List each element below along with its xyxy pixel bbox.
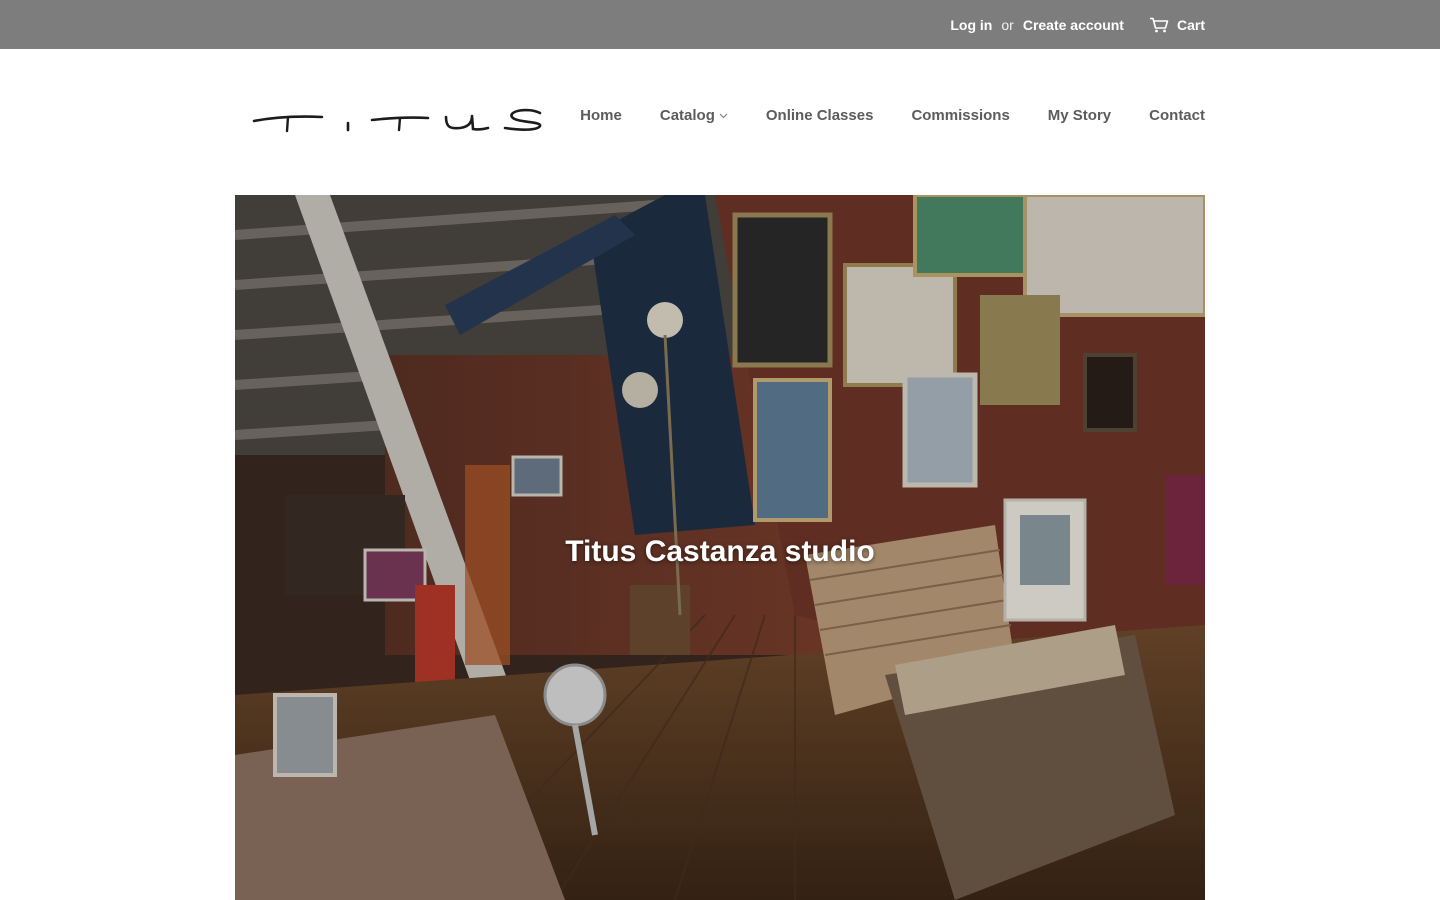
nav-item-contact[interactable]: Contact: [1149, 107, 1205, 124]
nav-item-catalog-label: Catalog: [659, 107, 715, 124]
cart-label: Cart: [1176, 16, 1205, 33]
nav-item-online-classes[interactable]: Online Classes: [766, 107, 874, 124]
hero-title: Titus Castanza studio: [565, 535, 875, 568]
create-account-link[interactable]: Create account: [1023, 17, 1124, 33]
nav-item-home[interactable]: Home: [580, 107, 622, 124]
site-header: Home Catalog Online Classes Commissions …: [235, 49, 1205, 195]
main-nav: Home Catalog Online Classes Commissions …: [580, 107, 1205, 124]
nav-item-my-story[interactable]: My Story: [1048, 107, 1111, 124]
account-links: Log in or Create account Cart: [950, 0, 1205, 49]
hero-banner[interactable]: Titus Castanza studio: [235, 195, 1205, 900]
or-separator: or: [1001, 16, 1014, 33]
cart-icon: [1149, 17, 1169, 33]
nav-item-catalog[interactable]: Catalog: [660, 107, 728, 124]
cart-link[interactable]: Cart: [1149, 17, 1205, 33]
chevron-down-icon: [719, 113, 728, 119]
login-link[interactable]: Log in: [950, 17, 992, 33]
site-logo[interactable]: [250, 99, 545, 145]
nav-item-commissions[interactable]: Commissions: [911, 107, 1009, 124]
top-bar: Log in or Create account Cart: [0, 0, 1440, 49]
